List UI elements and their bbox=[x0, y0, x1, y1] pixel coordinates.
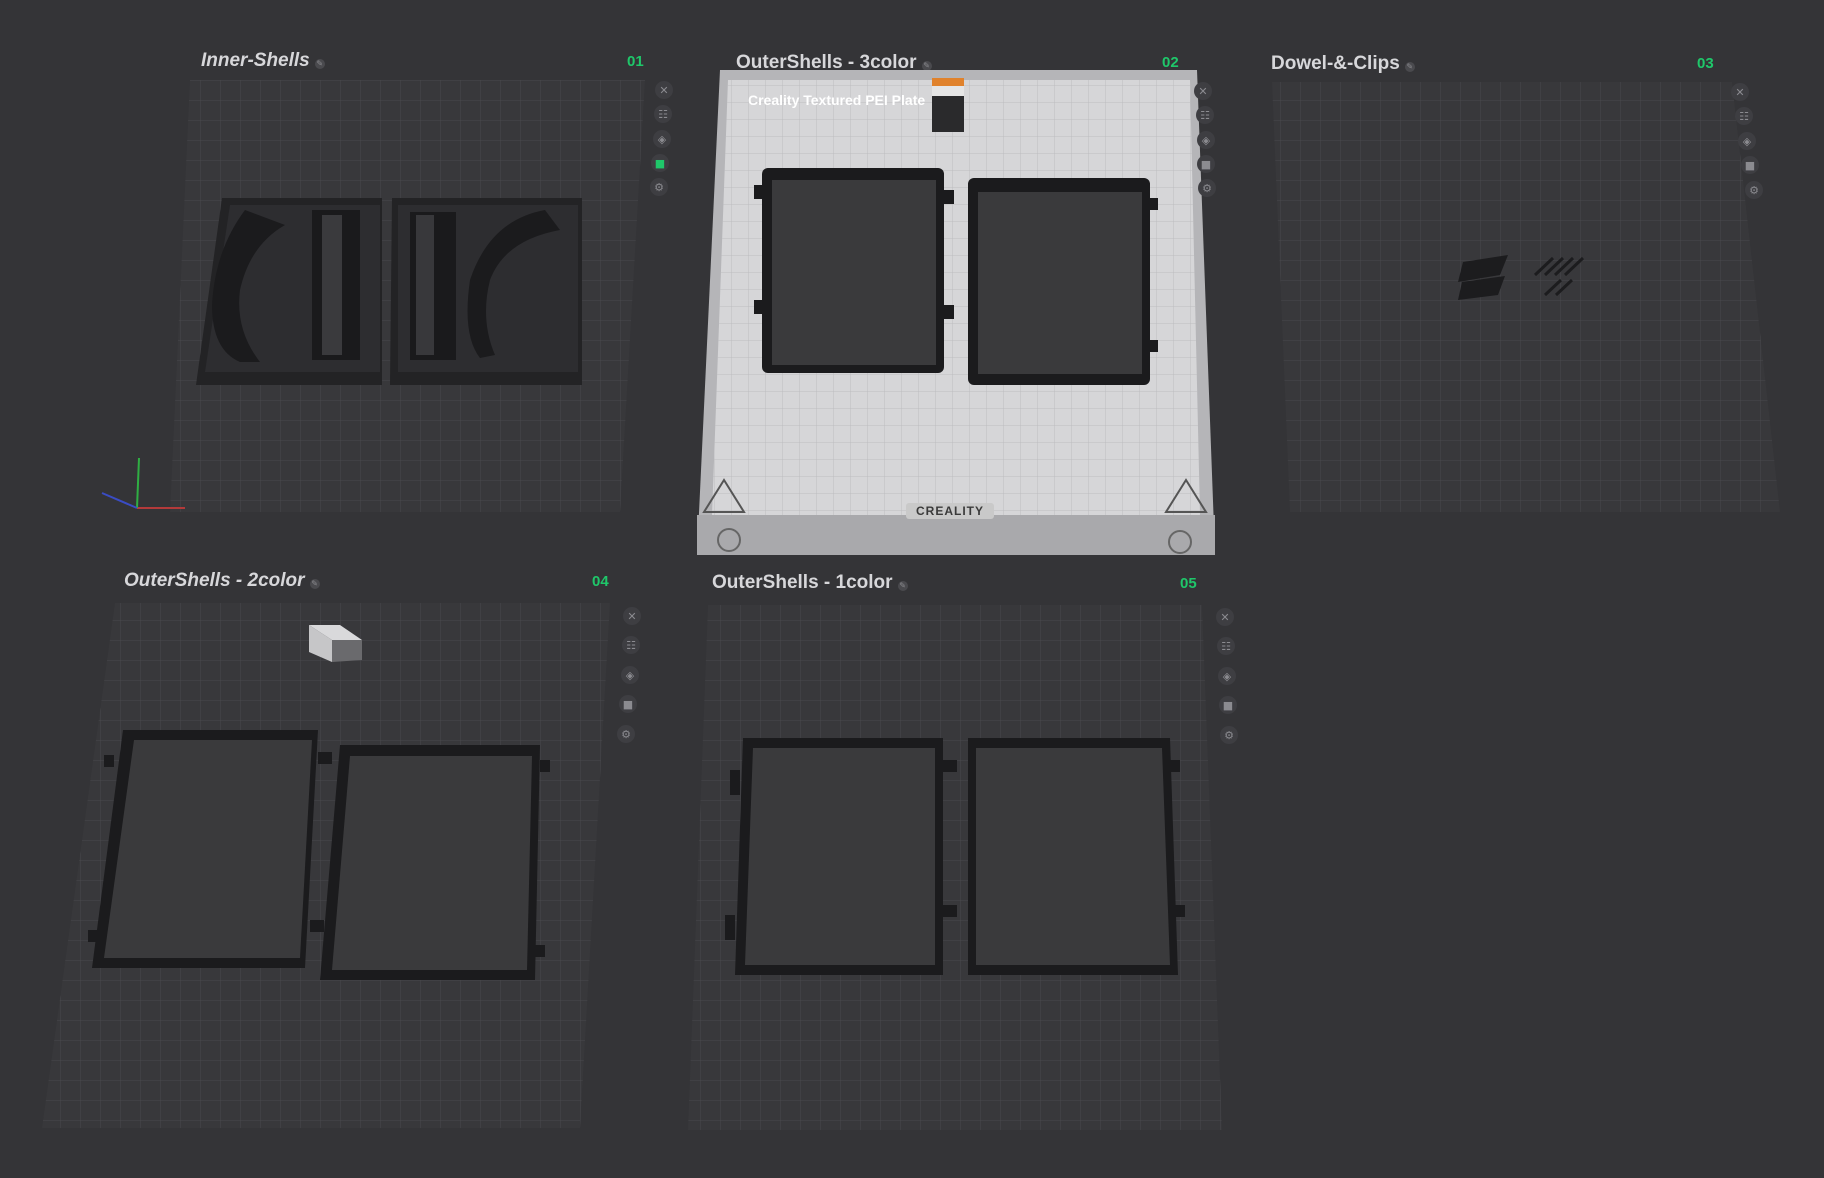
gear-icon[interactable]: ⚙ bbox=[1198, 179, 1216, 197]
edit-name-icon[interactable]: ✎ bbox=[897, 581, 908, 591]
plate-bed-5 bbox=[688, 605, 1222, 1130]
plate-number-1: 01 bbox=[627, 53, 644, 70]
close-icon[interactable]: ✕ bbox=[623, 607, 641, 625]
plate-number-5: 05 bbox=[1180, 575, 1197, 592]
plate-title-3[interactable]: Dowel-&-Clips ✎ bbox=[1271, 53, 1415, 75]
lock-icon[interactable]: ■ bbox=[651, 154, 669, 172]
axis-gizmo bbox=[101, 457, 185, 509]
edit-name-icon[interactable]: ✎ bbox=[1404, 62, 1415, 72]
plate-number-2: 02 bbox=[1162, 54, 1179, 71]
lock-icon[interactable]: ■ bbox=[1219, 696, 1237, 714]
outer-shells-2color-model bbox=[88, 730, 550, 980]
lock-icon[interactable]: ■ bbox=[1741, 156, 1759, 174]
list-icon[interactable]: ☷ bbox=[622, 636, 640, 654]
orient-icon[interactable]: ◈ bbox=[621, 666, 639, 684]
gear-icon[interactable]: ⚙ bbox=[1220, 726, 1238, 744]
list-icon[interactable]: ☷ bbox=[1196, 106, 1214, 124]
plate-number-4: 04 bbox=[592, 573, 609, 590]
lock-icon[interactable]: ■ bbox=[1197, 155, 1215, 173]
close-icon[interactable]: ✕ bbox=[1731, 83, 1749, 101]
plate-bed-1 bbox=[170, 80, 645, 512]
list-icon[interactable]: ☷ bbox=[1735, 107, 1753, 125]
close-icon[interactable]: ✕ bbox=[655, 81, 673, 99]
gear-icon[interactable]: ⚙ bbox=[650, 178, 668, 196]
close-icon[interactable]: ✕ bbox=[1216, 608, 1234, 626]
list-icon[interactable]: ☷ bbox=[1217, 637, 1235, 655]
orient-icon[interactable]: ◈ bbox=[1218, 667, 1236, 685]
list-icon[interactable]: ☷ bbox=[654, 105, 672, 123]
edit-name-icon[interactable]: ✎ bbox=[309, 579, 320, 589]
plate-title-4[interactable]: OuterShells - 2color ✎ bbox=[124, 570, 320, 592]
gear-icon[interactable]: ⚙ bbox=[617, 725, 635, 743]
bed-type-label: Creality Textured PEI Plate bbox=[748, 92, 926, 108]
plate-title-5[interactable]: OuterShells - 1color ✎ bbox=[712, 572, 908, 594]
outer-shells-3color-model bbox=[754, 168, 1158, 385]
orient-icon[interactable]: ◈ bbox=[653, 130, 671, 148]
orient-icon[interactable]: ◈ bbox=[1738, 132, 1756, 150]
plate-title-2[interactable]: OuterShells - 3color ✎ bbox=[736, 52, 932, 74]
wipe-tower bbox=[932, 78, 964, 132]
edit-name-icon[interactable]: ✎ bbox=[921, 61, 932, 71]
lock-icon[interactable]: ■ bbox=[619, 695, 637, 713]
plate-bed-3 bbox=[1272, 82, 1780, 512]
plate-title-1[interactable]: Inner-Shells ✎ bbox=[201, 50, 325, 72]
dowel-clips-model bbox=[1458, 255, 1585, 300]
plate-bed-2 bbox=[697, 70, 1215, 555]
inner-shells-model bbox=[196, 198, 582, 385]
orient-icon[interactable]: ◈ bbox=[1197, 131, 1215, 149]
brand-logo: CREALITY bbox=[906, 503, 994, 519]
outer-shells-1color-model bbox=[725, 738, 1185, 975]
wipe-tower-small bbox=[309, 625, 362, 662]
edit-name-icon[interactable]: ✎ bbox=[314, 59, 325, 69]
gear-icon[interactable]: ⚙ bbox=[1745, 181, 1763, 199]
plate-number-3: 03 bbox=[1697, 55, 1714, 72]
plate-bed-4 bbox=[42, 603, 610, 1128]
close-icon[interactable]: ✕ bbox=[1194, 82, 1212, 100]
